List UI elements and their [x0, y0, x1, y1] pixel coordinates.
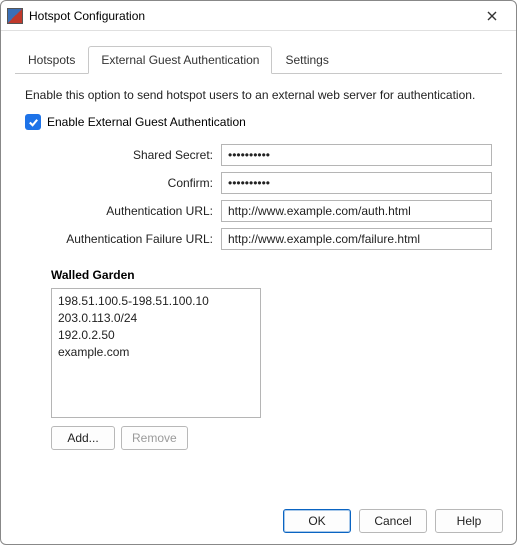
instruction-text: Enable this option to send hotspot users…	[25, 88, 492, 102]
app-icon	[7, 8, 23, 24]
list-item[interactable]: example.com	[58, 344, 254, 361]
dialog-footer: OK Cancel Help	[283, 509, 503, 533]
dialog-content: Hotspots External Guest Authentication S…	[1, 31, 516, 460]
walled-garden-header: Walled Garden	[51, 268, 271, 282]
ok-button[interactable]: OK	[283, 509, 351, 533]
walled-garden-group: Walled Garden 198.51.100.5-198.51.100.10…	[51, 268, 271, 450]
window-title: Hotspot Configuration	[29, 9, 476, 23]
fail-url-input[interactable]	[221, 228, 492, 250]
confirm-label: Confirm:	[25, 176, 221, 190]
tab-strip: Hotspots External Guest Authentication S…	[15, 45, 502, 74]
shared-secret-label: Shared Secret:	[25, 148, 221, 162]
help-button[interactable]: Help	[435, 509, 503, 533]
tab-settings[interactable]: Settings	[272, 46, 341, 74]
confirm-input[interactable]	[221, 172, 492, 194]
row-auth-url: Authentication URL:	[25, 200, 492, 222]
walled-garden-buttons: Add... Remove	[51, 426, 271, 450]
enable-external-auth-label: Enable External Guest Authentication	[47, 115, 246, 129]
titlebar: Hotspot Configuration	[1, 1, 516, 31]
add-button[interactable]: Add...	[51, 426, 115, 450]
close-button[interactable]	[476, 4, 508, 28]
remove-button[interactable]: Remove	[121, 426, 188, 450]
list-item[interactable]: 192.0.2.50	[58, 327, 254, 344]
check-icon	[28, 117, 39, 128]
row-fail-url: Authentication Failure URL:	[25, 228, 492, 250]
shared-secret-input[interactable]	[221, 144, 492, 166]
row-confirm: Confirm:	[25, 172, 492, 194]
enable-external-auth-checkbox[interactable]	[25, 114, 41, 130]
panel-external-auth: Enable this option to send hotspot users…	[15, 74, 502, 460]
tab-external-auth[interactable]: External Guest Authentication	[88, 46, 272, 74]
walled-garden-listbox[interactable]: 198.51.100.5-198.51.100.10 203.0.113.0/2…	[51, 288, 261, 418]
enable-row: Enable External Guest Authentication	[25, 114, 492, 130]
auth-url-input[interactable]	[221, 200, 492, 222]
auth-url-label: Authentication URL:	[25, 204, 221, 218]
row-shared-secret: Shared Secret:	[25, 144, 492, 166]
cancel-button[interactable]: Cancel	[359, 509, 427, 533]
list-item[interactable]: 198.51.100.5-198.51.100.10	[58, 293, 254, 310]
list-item[interactable]: 203.0.113.0/24	[58, 310, 254, 327]
tab-hotspots[interactable]: Hotspots	[15, 46, 88, 74]
fail-url-label: Authentication Failure URL:	[25, 232, 221, 246]
close-icon	[487, 11, 497, 21]
